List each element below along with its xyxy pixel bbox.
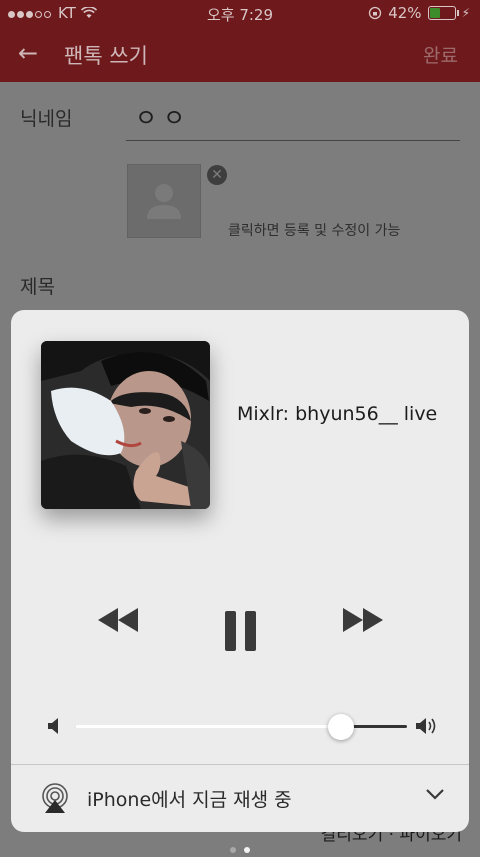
nickname-field[interactable]: ㅇㅇ [135,98,191,133]
battery-icon [427,6,459,20]
track-title: Mixlr: bhyun56__ live [237,403,438,425]
status-bar: KT 오후 7:29 42% ⚡ [0,0,480,26]
done-button[interactable]: 완료 [423,41,458,68]
volume-low-icon [48,718,58,734]
fast-forward-button[interactable] [341,606,385,634]
photo-hint-text: 클릭하면 등록 및 수정이 가능 [228,223,401,239]
airplay-status-text: iPhone에서 지금 재생 중 [87,789,292,811]
rewind-button[interactable] [96,606,140,634]
album-artwork [41,341,210,509]
volume-thumb[interactable] [327,714,354,740]
nickname-label: 닉네임 [20,108,73,130]
battery-percent: 42% [388,4,422,22]
photo-upload-button[interactable] [127,164,201,238]
nickname-underline [126,140,460,141]
page-title: 팬톡 쓰기 [64,44,148,68]
page-dot[interactable] [230,847,236,853]
app-bar: ← 팬톡 쓰기 완료 [0,26,480,82]
subject-label: 제목 [20,276,55,298]
volume-track[interactable] [75,725,407,728]
volume-fill [75,725,341,728]
chevron-down-icon [426,789,444,800]
now-playing-card: Mixlr: bhyun56__ live iPhone에서 지금 재생 중 [11,310,469,832]
volume-high-icon [416,718,436,734]
pause-button[interactable] [223,610,259,652]
rotation-lock-icon [369,6,382,20]
page-indicator [0,838,480,857]
remove-photo-icon[interactable]: ✕ [207,165,227,185]
person-placeholder-icon [147,184,181,219]
back-arrow-icon[interactable]: ← [18,39,38,67]
airplay-icon [42,783,68,813]
volume-slider[interactable] [47,714,439,740]
airplay-output-selector[interactable]: iPhone에서 지금 재생 중 [11,765,469,832]
page-dot-active[interactable] [244,847,250,853]
charging-bolt-icon: ⚡ [461,6,470,20]
